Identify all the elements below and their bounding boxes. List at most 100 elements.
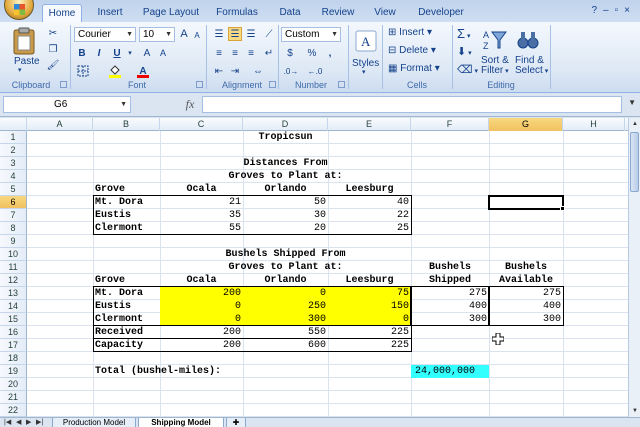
percent-button[interactable]: % xyxy=(305,46,319,60)
row-header[interactable]: 8 xyxy=(0,222,27,235)
plant-header[interactable]: Leesburg xyxy=(328,274,411,287)
column-header[interactable]: H xyxy=(563,118,625,131)
column-header-selected[interactable]: G xyxy=(489,118,563,131)
grove-name[interactable]: Eustis xyxy=(93,300,160,313)
shipment-cell[interactable]: 0 xyxy=(160,300,243,313)
tab-developer[interactable]: Developer xyxy=(412,4,470,22)
orientation-icon[interactable]: ⟋ xyxy=(262,27,276,41)
available-cell[interactable]: 400 xyxy=(489,300,563,313)
shipped-header[interactable]: Bushels Shipped From xyxy=(160,248,411,261)
distances-header[interactable]: Distances From xyxy=(160,157,411,170)
insert-function-button[interactable]: fx xyxy=(178,96,202,113)
scroll-thumb[interactable] xyxy=(630,132,639,192)
column-header[interactable]: D xyxy=(243,118,328,131)
row-header[interactable]: 20 xyxy=(0,378,27,391)
align-left-icon[interactable]: ≡ xyxy=(212,46,226,60)
font-name-dropdown[interactable]: Courier ▼ xyxy=(74,27,136,42)
shipment-cell[interactable]: 0 xyxy=(160,313,243,326)
row-header[interactable]: 16 xyxy=(0,326,27,339)
tab-insert[interactable]: Insert xyxy=(90,4,130,22)
bold-button[interactable]: B xyxy=(75,46,89,60)
row-header[interactable]: 12 xyxy=(0,274,27,287)
distance-cell[interactable]: 50 xyxy=(243,196,328,209)
capacity-cell[interactable]: 200 xyxy=(160,339,243,352)
first-sheet-icon[interactable]: |◀ xyxy=(4,418,11,427)
distance-cell[interactable]: 55 xyxy=(160,222,243,235)
alignment-launcher-icon[interactable] xyxy=(269,81,276,88)
minimize-icon[interactable]: – xyxy=(603,5,615,16)
distance-cell[interactable]: 22 xyxy=(328,209,411,222)
capacity-label[interactable]: Capacity xyxy=(93,339,160,352)
shipment-cell[interactable]: 200 xyxy=(160,287,243,300)
column-header[interactable]: B xyxy=(93,118,160,131)
merge-center-icon[interactable]: ⇔ xyxy=(248,64,268,78)
row-header[interactable]: 14 xyxy=(0,300,27,313)
currency-button[interactable]: $ xyxy=(281,46,299,60)
fill-handle[interactable] xyxy=(560,206,565,211)
plant-header[interactable]: Orlando xyxy=(243,183,328,196)
tab-home[interactable]: Home xyxy=(42,4,82,22)
distance-cell[interactable]: 35 xyxy=(160,209,243,222)
shrink-font-icon[interactable]: A xyxy=(191,29,203,41)
fill-color-icon[interactable] xyxy=(106,64,124,78)
chevron-down-icon[interactable]: ▾ xyxy=(18,66,22,74)
worksheet-grid[interactable]: A B C D E F G H 1 2 3 4 5 6 7 8 9 10 11 … xyxy=(0,118,640,417)
align-top-icon[interactable]: ☰ xyxy=(212,27,226,41)
shipment-cell[interactable]: 0 xyxy=(243,287,328,300)
restore-icon[interactable]: ▫ xyxy=(615,5,625,16)
insert-cells-button[interactable]: ⊞ Insert ▾ xyxy=(388,27,432,38)
shrink-font-2-icon[interactable]: A xyxy=(156,46,170,60)
paste-button[interactable] xyxy=(8,26,40,56)
grow-font-2-icon[interactable]: A xyxy=(140,46,154,60)
total-label[interactable]: Total (bushel-miles): xyxy=(93,365,293,378)
selected-cell[interactable] xyxy=(488,195,564,210)
sheet-tab-active[interactable]: Shipping Model xyxy=(138,418,224,427)
wrap-text-icon[interactable]: ↵ xyxy=(262,46,276,60)
help-icon[interactable]: ? xyxy=(591,5,603,16)
font-size-dropdown[interactable]: 10 ▼ xyxy=(139,27,175,42)
row-header[interactable]: 11 xyxy=(0,261,27,274)
window-controls[interactable]: ?–▫× xyxy=(591,5,636,16)
delete-cells-button[interactable]: ⊟ Delete ▾ xyxy=(388,45,436,56)
row-header[interactable]: 18 xyxy=(0,352,27,365)
clipboard-launcher-icon[interactable] xyxy=(60,81,67,88)
row-header[interactable]: 4 xyxy=(0,170,27,183)
format-painter-icon[interactable]: 🖌 xyxy=(46,58,60,72)
row-header[interactable]: 22 xyxy=(0,404,27,417)
plant-header[interactable]: Leesburg xyxy=(328,183,411,196)
shipped-total-cell[interactable]: 275 xyxy=(411,287,489,300)
clear-button[interactable]: ⌫ ▾ xyxy=(457,63,478,76)
next-sheet-icon[interactable]: ▶ xyxy=(26,418,31,427)
plant-header[interactable]: Orlando xyxy=(243,274,328,287)
received-cell[interactable]: 225 xyxy=(328,326,411,339)
vertical-scrollbar[interactable]: ▲ ▼ xyxy=(628,118,640,417)
column-header[interactable]: C xyxy=(160,118,243,131)
column-header[interactable]: F xyxy=(411,118,489,131)
distances-subheader[interactable]: Groves to Plant at: xyxy=(160,170,411,183)
format-cells-button[interactable]: ▦ Format ▾ xyxy=(388,63,440,74)
number-format-dropdown[interactable]: Custom ▼ xyxy=(281,27,341,42)
borders-icon[interactable] xyxy=(75,64,91,78)
increase-indent-icon[interactable]: ⇥ xyxy=(228,64,242,78)
shipped-label[interactable]: Shipped xyxy=(411,274,489,287)
sheet-tab[interactable]: Production Model xyxy=(52,418,136,427)
shipment-cell[interactable]: 75 xyxy=(328,287,411,300)
capacity-cell[interactable]: 225 xyxy=(328,339,411,352)
close-icon[interactable]: × xyxy=(624,5,636,16)
received-cell[interactable]: 550 xyxy=(243,326,328,339)
font-color-button[interactable]: A xyxy=(134,64,152,78)
bushels-header[interactable]: Bushels xyxy=(489,261,563,274)
tab-formulas[interactable]: Formulas xyxy=(212,4,262,22)
fill-button[interactable]: ⬇ ▾ xyxy=(457,45,472,58)
row-header[interactable]: 13 xyxy=(0,287,27,300)
increase-decimal-icon[interactable]: .0→ xyxy=(281,64,301,78)
tab-view[interactable]: View xyxy=(368,4,402,22)
distance-cell[interactable]: 21 xyxy=(160,196,243,209)
decrease-decimal-icon[interactable]: ←.0 xyxy=(305,64,325,78)
align-center-icon[interactable]: ≡ xyxy=(228,46,242,60)
received-cell[interactable]: 200 xyxy=(160,326,243,339)
tab-review[interactable]: Review xyxy=(316,4,360,22)
comma-button[interactable]: , xyxy=(323,46,337,60)
total-value-cell[interactable]: 24,000,000 xyxy=(411,365,489,378)
available-cell[interactable]: 300 xyxy=(489,313,563,326)
